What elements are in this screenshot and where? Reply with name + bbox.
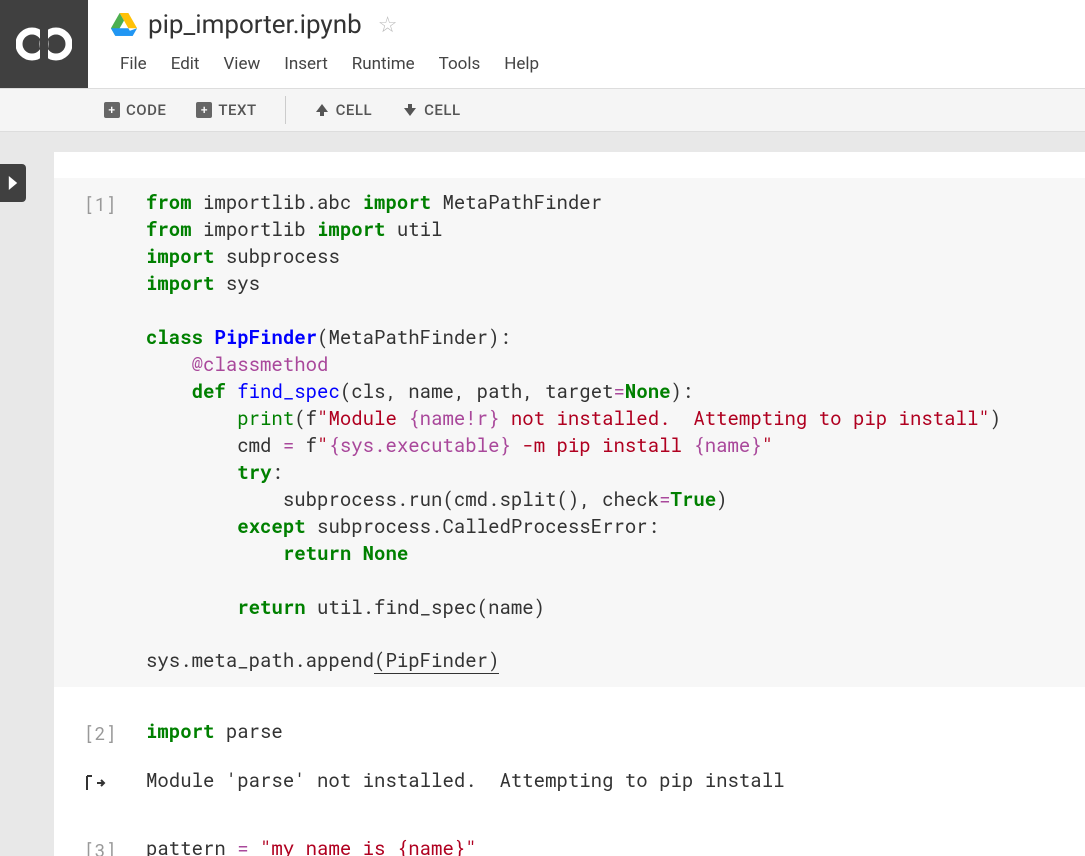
menu-tools[interactable]: Tools [429,48,491,80]
title-row: pip_importer.ipynb ☆ [110,10,1085,40]
colab-logo-icon [16,26,72,62]
menu-edit[interactable]: Edit [161,48,210,80]
menu-help[interactable]: Help [494,48,549,80]
notebook-title[interactable]: pip_importer.ipynb [148,10,362,40]
cell-down-button[interactable]: CELL [390,95,472,125]
cell-input[interactable]: [1] from importlib.abc import MetaPathFi… [54,178,1085,687]
google-drive-icon [110,13,138,37]
menu-insert[interactable]: Insert [274,48,338,80]
code-cell[interactable]: [3] pattern = "my name is {name}" parse.… [54,818,1085,856]
cell-up-button[interactable]: CELL [302,95,384,125]
add-text-button[interactable]: + TEXT [184,95,268,125]
menu-view[interactable]: View [213,48,270,80]
output-text: Module 'parse' not installed. Attempting… [146,768,1085,794]
cell-down-label: CELL [424,101,460,119]
cell-up-label: CELL [336,101,372,119]
output-marker [84,768,146,794]
cell-input[interactable]: [3] pattern = "my name is {name}" parse.… [54,824,1085,856]
menu-runtime[interactable]: Runtime [342,48,425,80]
sidebar-toggle-button[interactable] [0,164,26,202]
star-icon[interactable]: ☆ [378,13,398,38]
app-header: pip_importer.ipynb ☆ File Edit View Inse… [0,0,1085,88]
menu-file[interactable]: File [110,48,157,80]
arrow-up-icon [314,102,330,118]
add-code-label: CODE [126,101,166,119]
cell-prompt: [3] [84,836,146,856]
code-cell[interactable]: [1] from importlib.abc import MetaPathFi… [54,172,1085,693]
arrow-down-icon [402,102,418,118]
title-menu-area: pip_importer.ipynb ☆ File Edit View Inse… [88,0,1085,80]
cell-input[interactable]: [2] import parse [54,707,1085,758]
cell-prompt: [2] [84,719,146,746]
code-editor[interactable]: from importlib.abc import MetaPathFinder… [146,190,1085,675]
colab-logo[interactable] [0,0,88,88]
chevron-right-icon [6,176,20,190]
cell-prompt: [1] [84,190,146,675]
toolbar-separator [285,96,286,124]
menu-bar: File Edit View Insert Runtime Tools Help [110,48,1085,80]
add-code-button[interactable]: + CODE [92,95,178,125]
plus-icon: + [196,102,212,118]
output-arrow-icon [84,772,106,794]
code-cell[interactable]: [2] import parse Module 'parse' not inst… [54,701,1085,810]
toolbar: + CODE + TEXT CELL CELL [0,88,1085,132]
code-editor[interactable]: import parse [146,719,1085,746]
code-editor[interactable]: pattern = "my name is {name}" parse.pars… [146,836,1085,856]
plus-icon: + [104,102,120,118]
add-text-label: TEXT [218,101,256,119]
main-area: [1] from importlib.abc import MetaPathFi… [0,132,1085,856]
cell-output: Module 'parse' not installed. Attempting… [54,758,1085,804]
notebook-content: [1] from importlib.abc import MetaPathFi… [54,152,1085,856]
